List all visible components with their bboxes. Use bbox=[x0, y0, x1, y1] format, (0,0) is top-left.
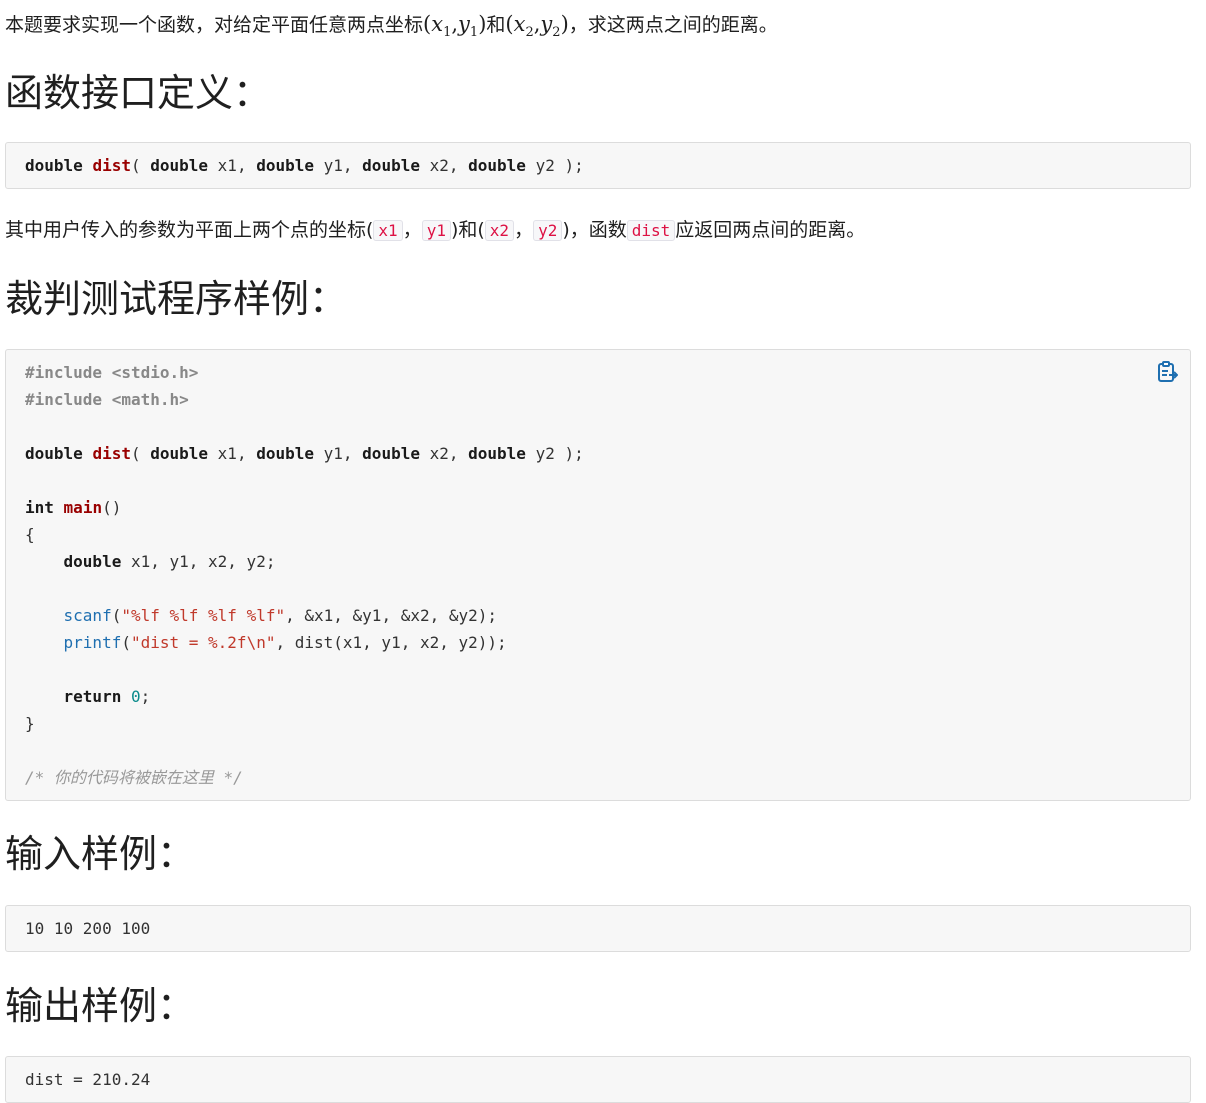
point-2: (x2,y2) bbox=[505, 12, 569, 41]
inline-code-y1: y1 bbox=[421, 220, 451, 241]
problem-intro: 本题要求实现一个函数，对给定平面任意两点坐标(x1,y1)和(x2,y2)，求这… bbox=[5, 11, 778, 46]
inline-code-x1: x1 bbox=[373, 220, 403, 241]
intro-text-end: ，求这两点之间的距离。 bbox=[568, 14, 778, 36]
heading-test-program: 裁判测试程序样例： bbox=[5, 277, 348, 321]
inline-code-x2: x2 bbox=[484, 220, 515, 241]
input-sample-code-block: 10 10 200 100 bbox=[5, 905, 1191, 952]
output-sample-code-block: dist = 210.24 bbox=[5, 1056, 1191, 1103]
intro-and: 和 bbox=[486, 14, 506, 36]
heading-output-sample: 输出样例： bbox=[5, 984, 196, 1028]
inline-code-dist: dist bbox=[626, 220, 676, 241]
interface-explanation: 其中用户传入的参数为平面上两个点的坐标(x1， y1)和(x2， y2)，函数 dis… bbox=[5, 219, 866, 241]
heading-interface: 函数接口定义： bbox=[5, 71, 272, 115]
intro-text: 本题要求实现一个函数，对给定平面任意两点坐标 bbox=[5, 14, 424, 36]
interface-code-block: double dist( double x1, double y1, doubl… bbox=[5, 142, 1191, 189]
clipboard-copy-icon[interactable] bbox=[1156, 360, 1179, 384]
inline-code-y2: y2 bbox=[533, 220, 563, 241]
test-program-code-block: #include <stdio.h> #include <math.h> doub… bbox=[5, 349, 1191, 801]
heading-input-sample: 输入样例： bbox=[5, 832, 196, 876]
point-1: (x1,y1) bbox=[423, 12, 487, 41]
